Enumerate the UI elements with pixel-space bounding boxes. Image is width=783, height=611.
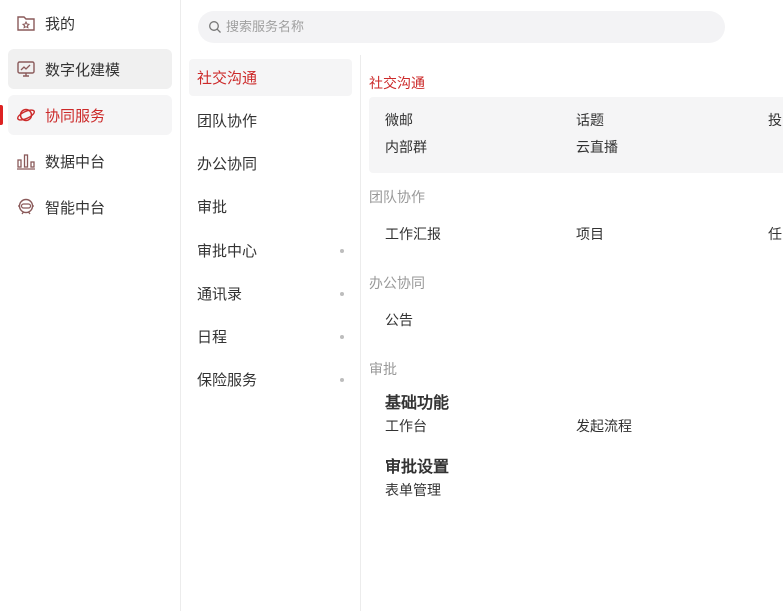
category-contacts[interactable]: 通讯录 (189, 275, 352, 312)
service-content: 社交沟通 微邮 话题 投 内部群 云直播 团队协作 工作汇报 项目 任 办公协同… (361, 55, 783, 611)
category-insurance[interactable]: 保险服务 (189, 361, 352, 398)
nav-item-label: 智能中台 (45, 198, 106, 217)
category-calendar[interactable]: 日程 (189, 318, 352, 355)
service-work-report[interactable]: 工作汇报 (385, 224, 441, 244)
category-approval-center[interactable]: 审批中心 (189, 232, 352, 269)
nav-item-mine[interactable]: 我的 (8, 3, 172, 43)
search-icon (208, 20, 222, 34)
category-team[interactable]: 团队协作 (189, 102, 352, 139)
category-label: 审批 (197, 198, 228, 216)
monitor-chart-icon (16, 59, 36, 79)
search-input[interactable] (226, 19, 706, 35)
category-label: 办公协同 (197, 155, 258, 173)
section-social: 微邮 话题 投 内部群 云直播 (369, 97, 783, 173)
search-bar[interactable] (198, 11, 725, 43)
category-label: 日程 (197, 328, 228, 346)
star-folder-icon (16, 13, 36, 33)
bar-chart-icon (16, 151, 36, 171)
nav-item-label: 数字化建模 (45, 60, 121, 79)
category-label: 社交沟通 (197, 69, 258, 87)
more-dot-icon (340, 335, 344, 339)
section-title-approval: 审批 (369, 362, 397, 378)
category-label: 保险服务 (197, 371, 258, 389)
section-title-social: 社交沟通 (369, 76, 425, 92)
nav-item-ai-platform[interactable]: 智能中台 (8, 187, 172, 227)
category-list: 社交沟通 团队协作 办公协同 审批 审批中心 通讯录 日程 保险服务 (181, 55, 361, 611)
service-internal-group[interactable]: 内部群 (385, 137, 427, 157)
nav-item-digital-modeling[interactable]: 数字化建模 (8, 49, 172, 89)
service-start-flow[interactable]: 发起流程 (576, 416, 632, 436)
service-topic[interactable]: 话题 (576, 110, 604, 130)
service-workbench[interactable]: 工作台 (385, 416, 427, 436)
nav-item-label: 数据中台 (45, 152, 106, 171)
group-title-basic: 基础功能 (385, 393, 450, 412)
category-label: 团队协作 (197, 112, 258, 130)
category-social[interactable]: 社交沟通 (189, 59, 352, 96)
nav-item-label: 协同服务 (45, 106, 106, 125)
service-project[interactable]: 项目 (576, 224, 604, 244)
service-announcement[interactable]: 公告 (385, 310, 413, 330)
group-title-settings: 审批设置 (385, 457, 450, 476)
service-vote[interactable]: 投 (768, 110, 782, 130)
nav-item-collaboration[interactable]: 协同服务 (8, 95, 172, 135)
category-office[interactable]: 办公协同 (189, 145, 352, 182)
category-approval[interactable]: 审批 (189, 188, 352, 225)
robot-icon (16, 197, 36, 217)
planet-icon (16, 105, 36, 125)
active-marker (0, 105, 3, 125)
more-dot-icon (340, 249, 344, 253)
category-label: 审批中心 (197, 242, 258, 260)
section-title-team: 团队协作 (369, 190, 425, 206)
more-dot-icon (340, 378, 344, 382)
left-nav: 我的 数字化建模 协同服务 数据中台 智能中台 (0, 0, 181, 611)
service-weimail[interactable]: 微邮 (385, 110, 413, 130)
service-form-management[interactable]: 表单管理 (385, 480, 441, 500)
nav-item-data-platform[interactable]: 数据中台 (8, 141, 172, 181)
service-task[interactable]: 任 (768, 224, 782, 244)
service-live[interactable]: 云直播 (576, 137, 618, 157)
more-dot-icon (340, 292, 344, 296)
category-label: 通讯录 (197, 285, 243, 303)
section-title-office: 办公协同 (369, 276, 425, 292)
nav-item-label: 我的 (45, 14, 76, 33)
